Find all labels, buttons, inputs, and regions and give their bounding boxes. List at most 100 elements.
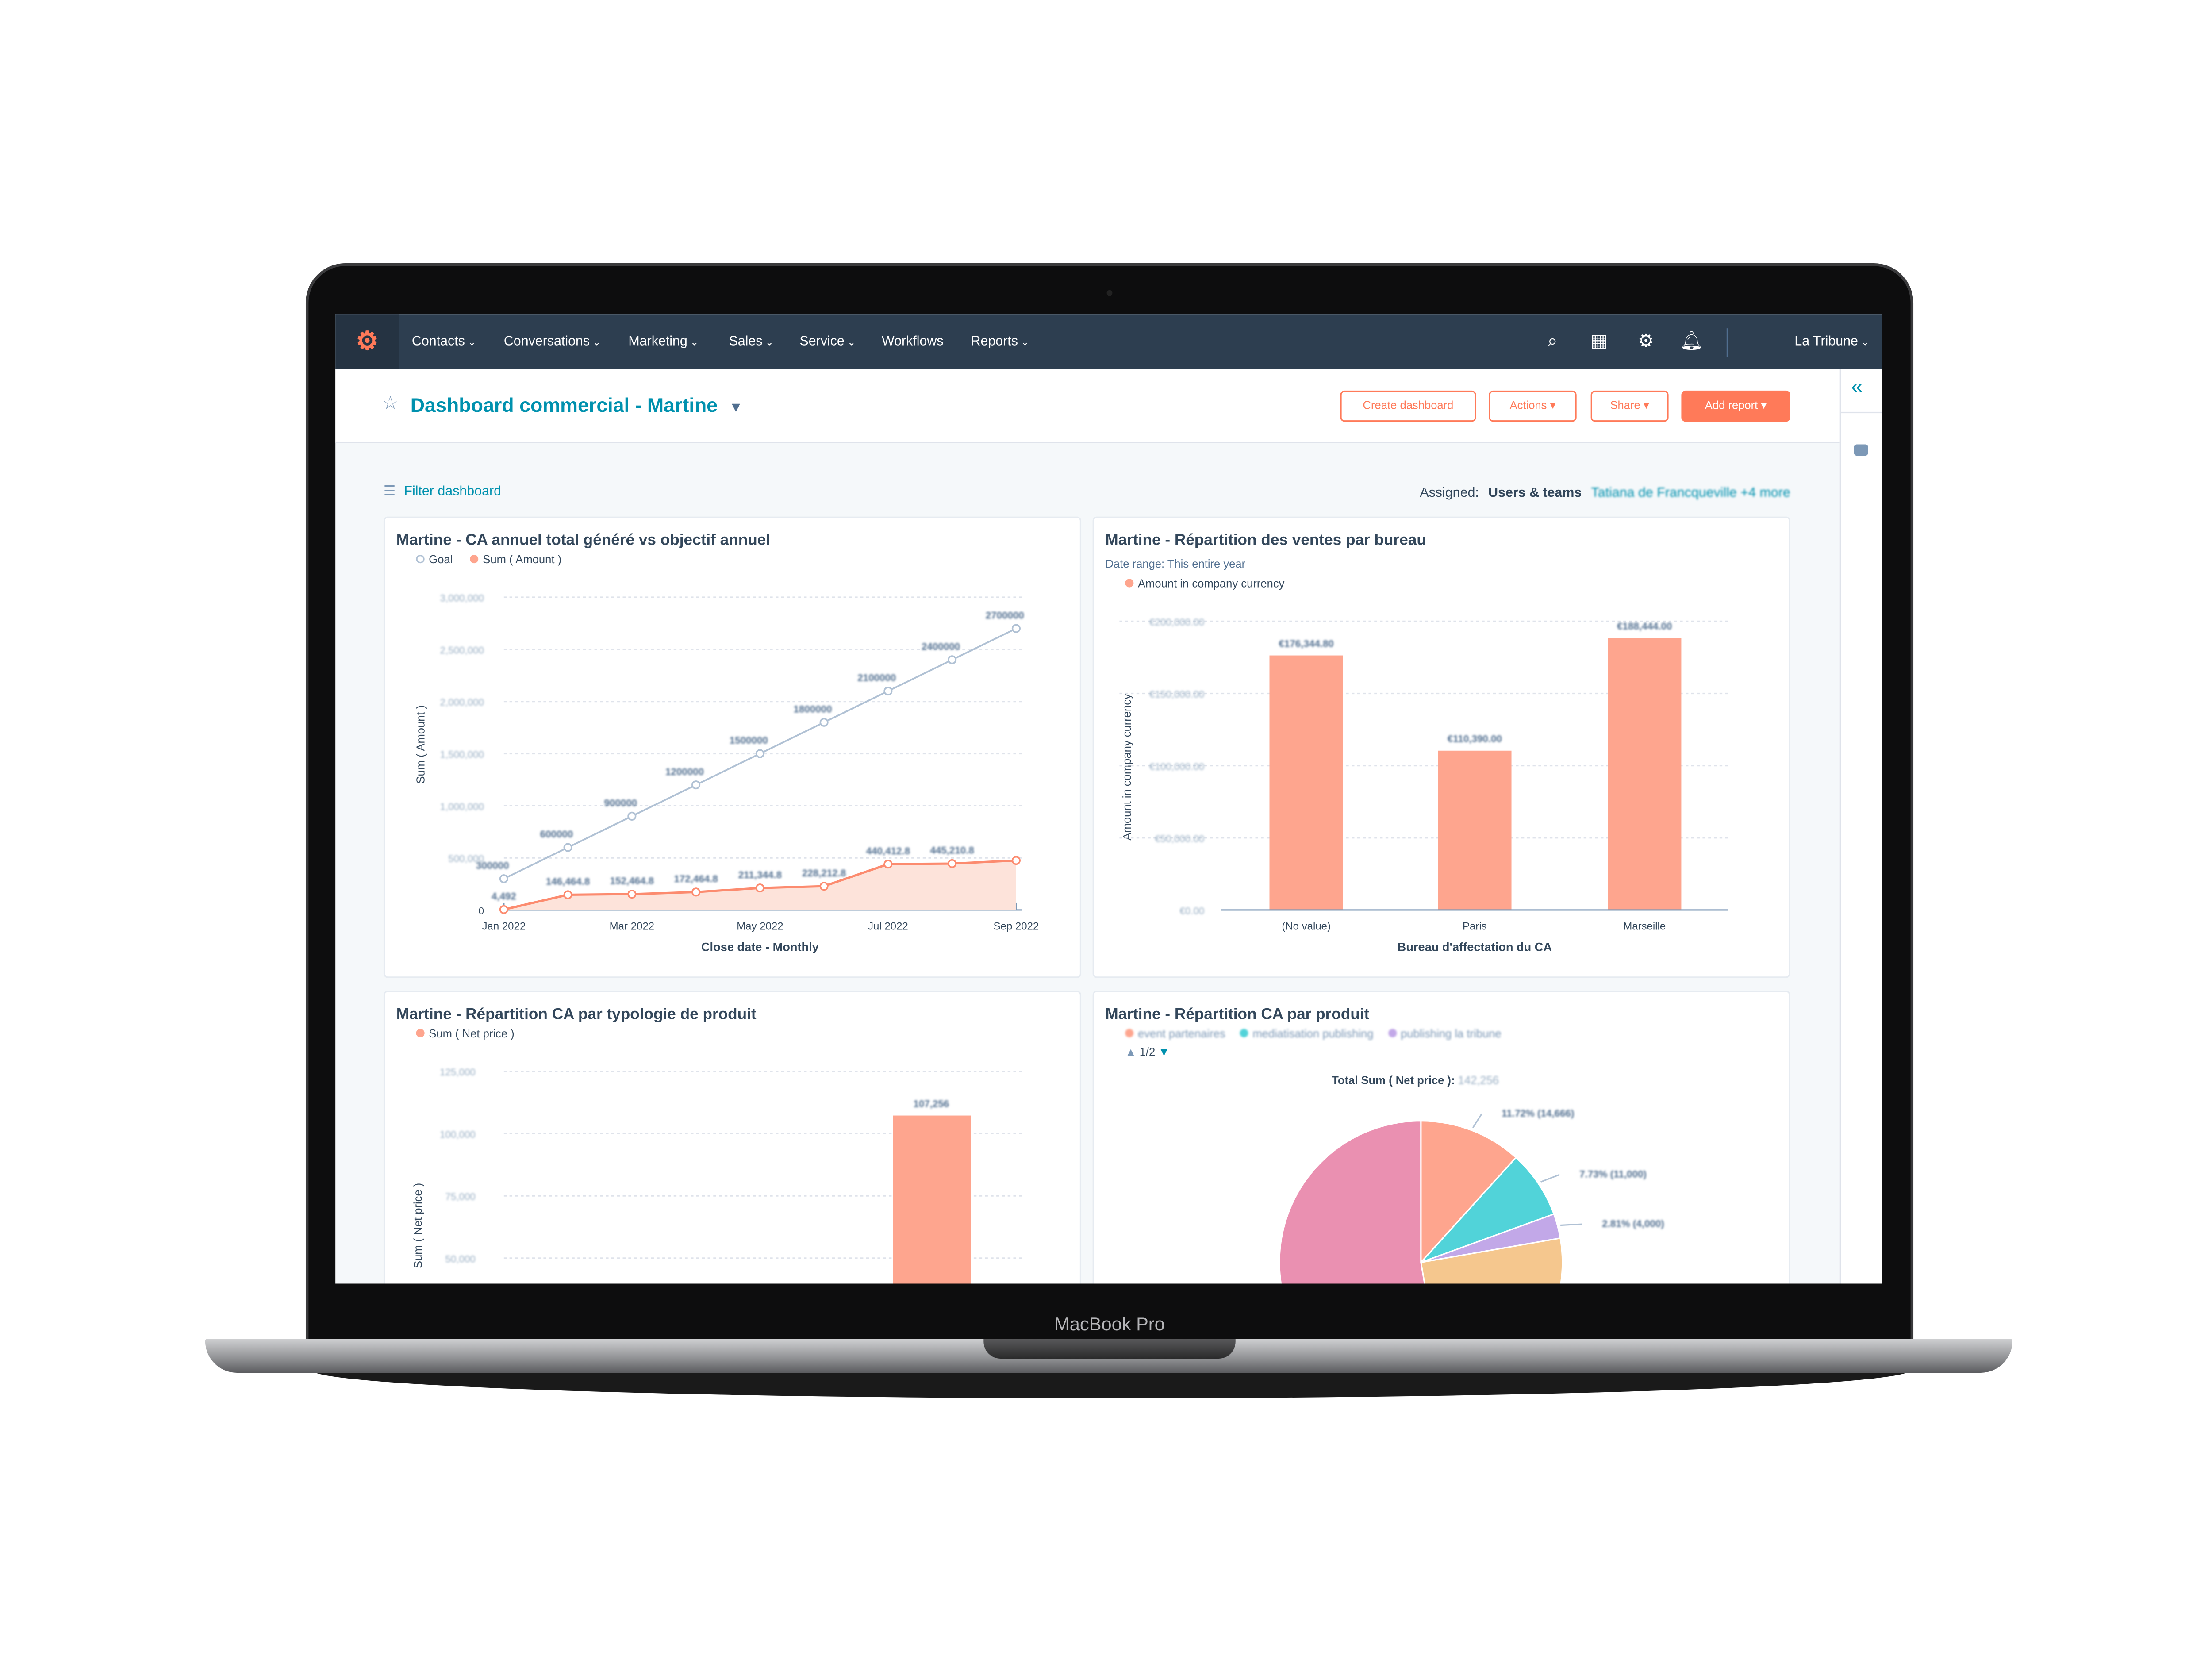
- actions-button[interactable]: Actions ▾: [1489, 390, 1577, 422]
- amount-point: [627, 889, 637, 899]
- add-report-label: Add report: [1705, 399, 1758, 412]
- nav-reports[interactable]: Reports ⌄: [971, 314, 1029, 369]
- bar-data-label: €110,390.00: [1448, 733, 1502, 745]
- y-tick-label: 1,500,000: [440, 749, 484, 760]
- actions-label: Actions: [1509, 399, 1547, 412]
- caret-down-icon[interactable]: ▼: [729, 400, 743, 416]
- y-axis-label: Sum ( Net price ): [412, 1183, 424, 1268]
- nav-contacts[interactable]: Contacts ⌄: [412, 314, 476, 369]
- assigned-users-link[interactable]: Tatiana de Francqueville +4 more: [1591, 485, 1790, 501]
- amount-point: [883, 860, 893, 869]
- x-axis-label: Close date - Monthly: [701, 940, 819, 954]
- bell-icon[interactable]: 🔔︎: [1680, 330, 1703, 352]
- y-tick-label: €150,000.00: [1149, 689, 1204, 700]
- x-axis-label: Bureau d'affectation du CA: [1398, 940, 1552, 954]
- bar-chart: Amount in company currency Bureau d'affe…: [1119, 617, 1728, 954]
- amount-data-label: 146,464.8: [546, 876, 590, 887]
- dashboard-title[interactable]: Dashboard commercial - Martine ▼: [411, 393, 743, 416]
- y-tick-label: 75,000: [445, 1191, 475, 1202]
- amount-point: [755, 883, 764, 893]
- nav-service[interactable]: Service ⌄: [799, 314, 856, 369]
- assigned-info: Assigned: Users & teams Tatiana de Franc…: [1420, 485, 1790, 501]
- y-axis-label: Amount in company currency: [1121, 694, 1133, 840]
- marketplace-icon[interactable]: ▦: [1588, 330, 1610, 352]
- comment-icon[interactable]: [1854, 444, 1868, 456]
- x-tick-label: May 2022: [737, 921, 783, 933]
- amount-data-label: 152,464.8: [610, 876, 654, 887]
- y-tick-label: €0.00: [1179, 906, 1204, 917]
- y-tick-label: 0: [479, 906, 484, 917]
- pie-data-label: 2.81% (4,000): [1602, 1218, 1664, 1229]
- chevron-down-icon: ⌄: [592, 338, 601, 348]
- pie-leader-line: [1472, 1113, 1482, 1128]
- x-tick-label: Jul 2022: [868, 921, 908, 933]
- search-icon[interactable]: ⌕: [1541, 330, 1564, 352]
- bar-data-label: €176,344.80: [1279, 638, 1333, 649]
- pie-chart: 11.72% (14,666) 7.73% (11,000) 2.81% (4,00…: [1279, 1108, 1664, 1284]
- nav-marketing[interactable]: Marketing ⌄: [628, 314, 699, 369]
- x-tick-label: Sep 2022: [994, 921, 1039, 933]
- goal-data-label: 1800000: [793, 703, 832, 714]
- nav-sales[interactable]: Sales ⌄: [729, 314, 773, 369]
- amount-data-label: 440,412.8: [866, 845, 910, 856]
- share-label: Share: [1610, 399, 1640, 412]
- pie-data-label: 11.72% (14,666): [1502, 1108, 1574, 1119]
- pie-leader-line: [1560, 1223, 1582, 1226]
- amount-data-label: 445,210.8: [930, 845, 974, 856]
- goal-point: [499, 874, 508, 883]
- y-tick-label: €200,000.00: [1149, 617, 1204, 628]
- account-menu[interactable]: La Tribune ⌄: [1794, 314, 1869, 369]
- star-icon[interactable]: ☆: [382, 392, 399, 415]
- bar: [1438, 750, 1512, 910]
- y-tick-label: €100,000.00: [1149, 761, 1204, 772]
- nav-conversations[interactable]: Conversations ⌄: [504, 314, 601, 369]
- line-chart: Sum ( Amount ) Close date - Monthly 0500…: [415, 593, 1039, 954]
- bar: [893, 1115, 971, 1284]
- nav-label: Sales: [729, 334, 763, 350]
- hubspot-logo-icon[interactable]: ⚙: [335, 314, 399, 369]
- report-card-ca-annuel[interactable]: Martine - CA annuel total généré vs obje…: [383, 516, 1082, 978]
- camera: [1106, 290, 1113, 296]
- x-tick-label: Mar 2022: [610, 921, 654, 933]
- create-dashboard-button[interactable]: Create dashboard: [1340, 390, 1476, 422]
- y-axis-label: Sum ( Amount ): [415, 705, 427, 784]
- right-sidebar: «: [1839, 369, 1882, 1284]
- share-button[interactable]: Share ▾: [1590, 390, 1669, 422]
- top-nav: ⚙ Contacts ⌄ Conversations ⌄ Marketing ⌄ Sa…: [335, 314, 1882, 369]
- report-card-ventes-bureau[interactable]: Martine - Répartition des ventes par bur…: [1092, 516, 1790, 978]
- laptop-feet: [311, 1370, 1911, 1398]
- nav-divider: [1726, 328, 1728, 357]
- nav-label: Workflows: [881, 334, 944, 350]
- goal-data-label: 2700000: [986, 610, 1024, 621]
- y-tick-label: 125,000: [440, 1067, 476, 1078]
- amount-data-label: 211,344.8: [738, 869, 782, 880]
- goal-data-label: 1200000: [665, 766, 704, 777]
- report-card-typologie-produit[interactable]: Martine - Répartition CA par typologie d…: [383, 991, 1082, 1284]
- pie-data-label: 7.73% (11,000): [1579, 1169, 1647, 1180]
- amount-point: [819, 882, 829, 891]
- nav-label: Contacts: [411, 334, 465, 350]
- bar-data-label: €188,444.00: [1617, 621, 1672, 632]
- gear-icon[interactable]: ⚙: [1635, 330, 1657, 352]
- goal-data-label: 2400000: [922, 641, 960, 652]
- laptop-notch: [983, 1339, 1236, 1359]
- amount-point: [563, 890, 572, 899]
- bar: [1608, 638, 1682, 910]
- y-tick-label: €50,000.00: [1155, 833, 1204, 844]
- goal-data-label: 300000: [476, 860, 509, 871]
- filter-dashboard-button[interactable]: ☰ Filter dashboard: [384, 484, 501, 499]
- screen: ⚙ Contacts ⌄ Conversations ⌄ Marketing ⌄ Sa…: [335, 314, 1882, 1284]
- nav-workflows[interactable]: Workflows: [882, 314, 944, 369]
- x-tick-label: Marseille: [1623, 921, 1666, 933]
- add-report-button[interactable]: Add report ▾: [1681, 390, 1790, 422]
- goal-point: [563, 843, 572, 852]
- filter-icon: ☰: [383, 484, 396, 500]
- goal-point: [883, 686, 893, 696]
- y-tick-label: 2,500,000: [440, 645, 484, 656]
- dashboard-title-text: Dashboard commercial - Martine: [410, 393, 718, 416]
- chevron-down-icon: ⌄: [847, 338, 856, 348]
- nav-label: Marketing: [628, 334, 687, 350]
- collapse-sidebar-icon[interactable]: «: [1851, 375, 1863, 399]
- dashboard-header: ☆ Dashboard commercial - Martine ▼ Create…: [335, 369, 1840, 443]
- report-card-ca-par-produit[interactable]: Martine - Répartition CA par produit eve…: [1092, 991, 1790, 1284]
